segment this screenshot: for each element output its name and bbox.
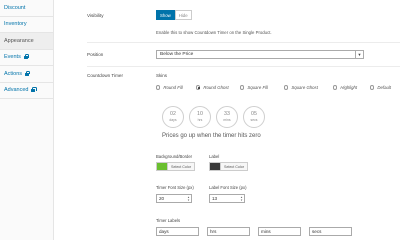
spinner-down-icon[interactable]: ▼ bbox=[187, 199, 190, 202]
position-select-value: Below the Price bbox=[160, 52, 194, 57]
position-label: Position bbox=[87, 52, 104, 57]
skin-option-round-ghost[interactable]: Round Ghost bbox=[196, 85, 229, 90]
skin-option-label: Round Ghost bbox=[203, 85, 229, 90]
spinner-down-icon[interactable]: ▼ bbox=[240, 199, 243, 202]
sidebar-item-inventory[interactable]: Inventory bbox=[0, 17, 53, 33]
chevron-down-icon: ▼ bbox=[355, 51, 363, 59]
radio-button-checked[interactable] bbox=[196, 85, 201, 90]
divider bbox=[87, 42, 400, 43]
skin-option-label: Round Fill bbox=[163, 85, 183, 90]
timer-label-value: days bbox=[159, 229, 169, 234]
label-font-size-value: 13 bbox=[212, 196, 218, 201]
timer-font-size-value: 20 bbox=[159, 196, 165, 201]
timer-label-value: secs bbox=[312, 229, 322, 234]
countdown-unit: mins bbox=[223, 117, 231, 122]
timer-labels-label: Timer Labels bbox=[156, 218, 181, 223]
countdown-circle-secs: 05 secs bbox=[243, 106, 265, 128]
timer-label-days-input[interactable]: days bbox=[156, 227, 199, 236]
sidebar-item-actions[interactable]: Actions bbox=[0, 66, 53, 83]
skin-option-round-fill[interactable]: Round Fill bbox=[156, 85, 183, 90]
preview-note: Prices go up when the timer hits zero bbox=[162, 133, 261, 139]
radio-button[interactable] bbox=[284, 85, 289, 90]
visibility-toggle: Show Hide bbox=[156, 10, 192, 21]
countdown-timer-label: Countdown Timer bbox=[87, 73, 124, 78]
timer-font-size-label: Timer Font Size (px) bbox=[156, 185, 194, 190]
label-font-size-input[interactable]: 13 ▲ ▼ bbox=[209, 194, 245, 203]
countdown-circle-mins: 33 mins bbox=[216, 106, 238, 128]
number-spinner[interactable]: ▲ ▼ bbox=[240, 196, 243, 202]
skin-option-label: Default bbox=[377, 85, 392, 90]
sidebar-item-label: Discount bbox=[4, 4, 26, 11]
countdown-unit: secs bbox=[250, 117, 258, 122]
sidebar-item-label: Appearance bbox=[4, 37, 34, 44]
skin-option-label: Square Ghost bbox=[291, 85, 318, 90]
countdown-unit: days bbox=[169, 117, 177, 122]
skin-option-label: Square Fill bbox=[247, 85, 268, 90]
timer-font-size-input[interactable]: 20 ▲ ▼ bbox=[156, 194, 192, 203]
show-button[interactable]: Show bbox=[156, 10, 175, 21]
skin-option-highlight[interactable]: Highlight bbox=[333, 85, 357, 90]
timer-label-value: hrs bbox=[210, 229, 217, 234]
countdown-preview: 02 days 10 hrs 33 mins 05 secs bbox=[162, 106, 270, 128]
lock-icon bbox=[23, 54, 30, 60]
bg-border-label: Background/Border bbox=[156, 154, 193, 159]
sidebar-item-appearance[interactable]: Appearance bbox=[0, 33, 53, 50]
sidebar-item-label: Actions bbox=[4, 70, 23, 77]
countdown-circle-days: 02 days bbox=[162, 106, 184, 128]
sidebar-item-advanced[interactable]: Advanced bbox=[0, 83, 53, 99]
timer-label-mins-input[interactable]: mins bbox=[258, 227, 301, 236]
radio-button[interactable] bbox=[156, 85, 161, 90]
select-color-button[interactable]: Select Color bbox=[167, 163, 195, 170]
radio-button[interactable] bbox=[370, 85, 375, 90]
countdown-circle-hrs: 10 hrs bbox=[189, 106, 211, 128]
position-select[interactable]: Below the Price ▼ bbox=[156, 50, 364, 59]
bg-color-swatch[interactable] bbox=[157, 163, 167, 170]
divider bbox=[87, 66, 400, 67]
sidebar-item-label: Advanced bbox=[4, 87, 29, 94]
settings-sidebar: Discount Inventory Appearance Events Act… bbox=[0, 0, 54, 240]
label-color-label: Label bbox=[209, 154, 220, 159]
hide-button[interactable]: Hide bbox=[174, 10, 192, 21]
label-color-swatch[interactable] bbox=[210, 163, 220, 170]
timer-label-hrs-input[interactable]: hrs bbox=[207, 227, 250, 236]
number-spinner[interactable]: ▲ ▼ bbox=[187, 196, 190, 202]
settings-panel: Visibility Show Hide Enable this to show… bbox=[54, 0, 400, 240]
skin-option-square-fill[interactable]: Square Fill bbox=[240, 85, 268, 90]
sidebar-item-label: Inventory bbox=[4, 21, 27, 28]
visibility-help-text: Enable this to show Countdown Timer on t… bbox=[156, 30, 272, 35]
sidebar-item-label: Events bbox=[4, 54, 21, 61]
skin-option-label: Highlight bbox=[340, 85, 358, 90]
label-color-picker[interactable]: Select Color bbox=[209, 162, 249, 171]
radio-button[interactable] bbox=[333, 85, 338, 90]
skin-radio-group: Round Fill Round Ghost Square Fill Squar… bbox=[156, 85, 396, 93]
visibility-label: Visibility bbox=[87, 13, 104, 18]
select-color-button[interactable]: Select Color bbox=[220, 163, 248, 170]
timer-label-value: mins bbox=[261, 229, 271, 234]
lock-icon bbox=[25, 70, 31, 76]
sidebar-item-discount[interactable]: Discount bbox=[0, 0, 53, 17]
sidebar-item-events[interactable]: Events bbox=[0, 50, 53, 66]
skin-option-square-ghost[interactable]: Square Ghost bbox=[284, 85, 318, 90]
countdown-unit: hrs bbox=[197, 117, 203, 122]
label-font-size-label: Label Font Size (px) bbox=[209, 185, 247, 190]
radio-button[interactable] bbox=[240, 85, 245, 90]
timer-label-secs-input[interactable]: secs bbox=[309, 227, 352, 236]
skins-label: Skins bbox=[156, 73, 168, 78]
lock-icon bbox=[31, 87, 37, 93]
bg-color-picker[interactable]: Select Color bbox=[156, 162, 196, 171]
skin-option-default[interactable]: Default bbox=[370, 85, 391, 90]
